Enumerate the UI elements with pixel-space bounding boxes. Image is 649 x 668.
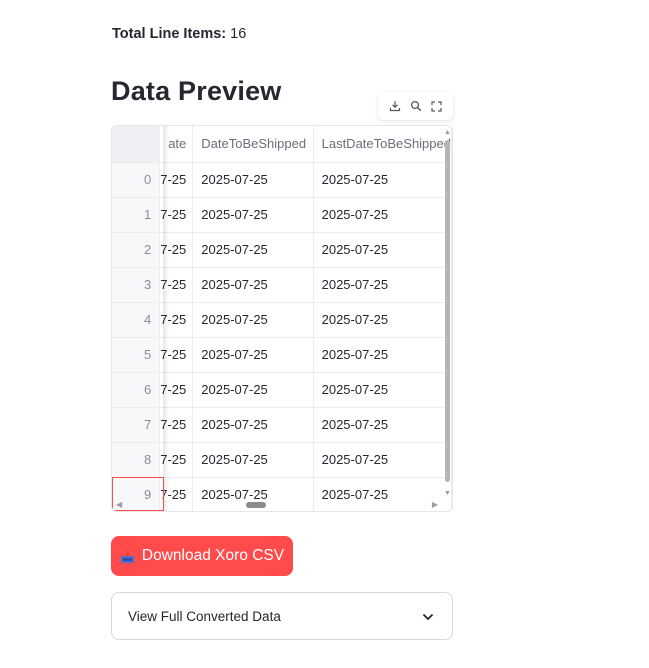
table-cell[interactable]: 2025-07-25 bbox=[313, 302, 452, 338]
inbox-tray-icon bbox=[120, 549, 135, 564]
table-cell[interactable]: 2025-07-25 bbox=[192, 407, 314, 443]
table-cell[interactable]: 7-25 bbox=[159, 197, 194, 233]
table-cell[interactable]: 2025-07-25 bbox=[192, 267, 314, 303]
total-line-items-value: 16 bbox=[230, 26, 247, 42]
table-cell[interactable]: 2025-07-25 bbox=[192, 197, 314, 233]
vertical-scrollbar[interactable] bbox=[445, 140, 450, 482]
column-header[interactable]: DateToBeShipped bbox=[192, 126, 314, 163]
table-cell[interactable]: 2025-07-25 bbox=[313, 162, 452, 198]
header-row: ate DateToBeShipped LastDateToBeShipped bbox=[112, 126, 452, 163]
data-grid[interactable]: ate DateToBeShipped LastDateToBeShipped … bbox=[111, 125, 453, 512]
table-cell[interactable]: 7-25 bbox=[159, 302, 194, 338]
total-line-items: Total Line Items: 16 bbox=[112, 26, 246, 42]
download-icon[interactable] bbox=[386, 97, 404, 115]
row-index-cell[interactable]: 0 bbox=[112, 162, 161, 198]
index-header bbox=[112, 126, 161, 163]
row-index-cell[interactable]: 3 bbox=[112, 267, 161, 303]
column-header[interactable]: ate bbox=[159, 126, 194, 163]
table-cell[interactable]: 7-25 bbox=[159, 267, 194, 303]
table-cell[interactable]: 2025-07-25 bbox=[313, 442, 452, 478]
table-cell[interactable]: 7-25 bbox=[159, 232, 194, 268]
horizontal-scrollbar[interactable]: ◀ ▶ bbox=[112, 500, 452, 511]
table-cell[interactable]: 7-25 bbox=[159, 162, 194, 198]
table-cell[interactable]: 2025-07-25 bbox=[192, 337, 314, 373]
dataframe-toolbar bbox=[378, 92, 453, 120]
row-index-cell[interactable]: 5 bbox=[112, 337, 161, 373]
chevron-down-icon bbox=[422, 609, 434, 624]
table-cell[interactable]: 2025-07-25 bbox=[313, 407, 452, 443]
row-index-cell[interactable]: 2 bbox=[112, 232, 161, 268]
table-row: 1 7-25 2025-07-25 2025-07-25 bbox=[112, 197, 452, 233]
fullscreen-icon[interactable] bbox=[428, 97, 446, 115]
row-index-cell[interactable]: 6 bbox=[112, 372, 161, 408]
row-index-cell[interactable]: 1 bbox=[112, 197, 161, 233]
download-xoro-csv-button[interactable]: Download Xoro CSV bbox=[111, 536, 293, 576]
table-row: 3 7-25 2025-07-25 2025-07-25 bbox=[112, 267, 452, 303]
table-cell[interactable]: 2025-07-25 bbox=[313, 232, 452, 268]
table-cell[interactable]: 7-25 bbox=[159, 442, 194, 478]
table-row: 4 7-25 2025-07-25 2025-07-25 bbox=[112, 302, 452, 338]
scroll-up-icon[interactable]: ▲ bbox=[444, 129, 451, 136]
table-cell[interactable]: 2025-07-25 bbox=[192, 442, 314, 478]
row-index-cell[interactable]: 7 bbox=[112, 407, 161, 443]
table-row: 8 7-25 2025-07-25 2025-07-25 bbox=[112, 442, 452, 478]
table-cell[interactable]: 7-25 bbox=[159, 337, 194, 373]
table-row: 7 7-25 2025-07-25 2025-07-25 bbox=[112, 407, 452, 443]
scroll-left-icon[interactable]: ◀ bbox=[116, 500, 122, 509]
table-cell[interactable]: 2025-07-25 bbox=[192, 372, 314, 408]
section-title: Data Preview bbox=[111, 76, 282, 106]
data-table: ate DateToBeShipped LastDateToBeShipped … bbox=[112, 126, 452, 511]
scroll-right-icon[interactable]: ▶ bbox=[432, 500, 438, 509]
expander-label: View Full Converted Data bbox=[128, 608, 281, 624]
table-cell[interactable]: 7-25 bbox=[159, 407, 194, 443]
table-row: 0 7-25 2025-07-25 2025-07-25 bbox=[112, 162, 452, 198]
search-icon[interactable] bbox=[407, 97, 425, 115]
table-row: 2 7-25 2025-07-25 2025-07-25 bbox=[112, 232, 452, 268]
row-index-cell[interactable]: 4 bbox=[112, 302, 161, 338]
scroll-down-icon[interactable]: ▼ bbox=[444, 490, 451, 497]
table-row: 6 7-25 2025-07-25 2025-07-25 bbox=[112, 372, 452, 408]
column-header[interactable]: LastDateToBeShipped bbox=[313, 126, 452, 163]
table-cell[interactable]: 2025-07-25 bbox=[313, 267, 452, 303]
total-line-items-label: Total Line Items: bbox=[112, 26, 227, 42]
table-cell[interactable]: 2025-07-25 bbox=[313, 372, 452, 408]
table-cell[interactable]: 2025-07-25 bbox=[192, 232, 314, 268]
table-cell[interactable]: 2025-07-25 bbox=[313, 337, 452, 373]
table-cell[interactable]: 2025-07-25 bbox=[313, 197, 452, 233]
table-cell[interactable]: 7-25 bbox=[159, 372, 194, 408]
table-row: 5 7-25 2025-07-25 2025-07-25 bbox=[112, 337, 452, 373]
horizontal-scroll-thumb[interactable] bbox=[246, 502, 266, 508]
full-data-expander[interactable]: View Full Converted Data bbox=[111, 592, 453, 640]
row-index-cell[interactable]: 8 bbox=[112, 442, 161, 478]
table-cell[interactable]: 2025-07-25 bbox=[192, 302, 314, 338]
table-cell[interactable]: 2025-07-25 bbox=[192, 162, 314, 198]
download-button-label: Download Xoro CSV bbox=[141, 547, 285, 564]
